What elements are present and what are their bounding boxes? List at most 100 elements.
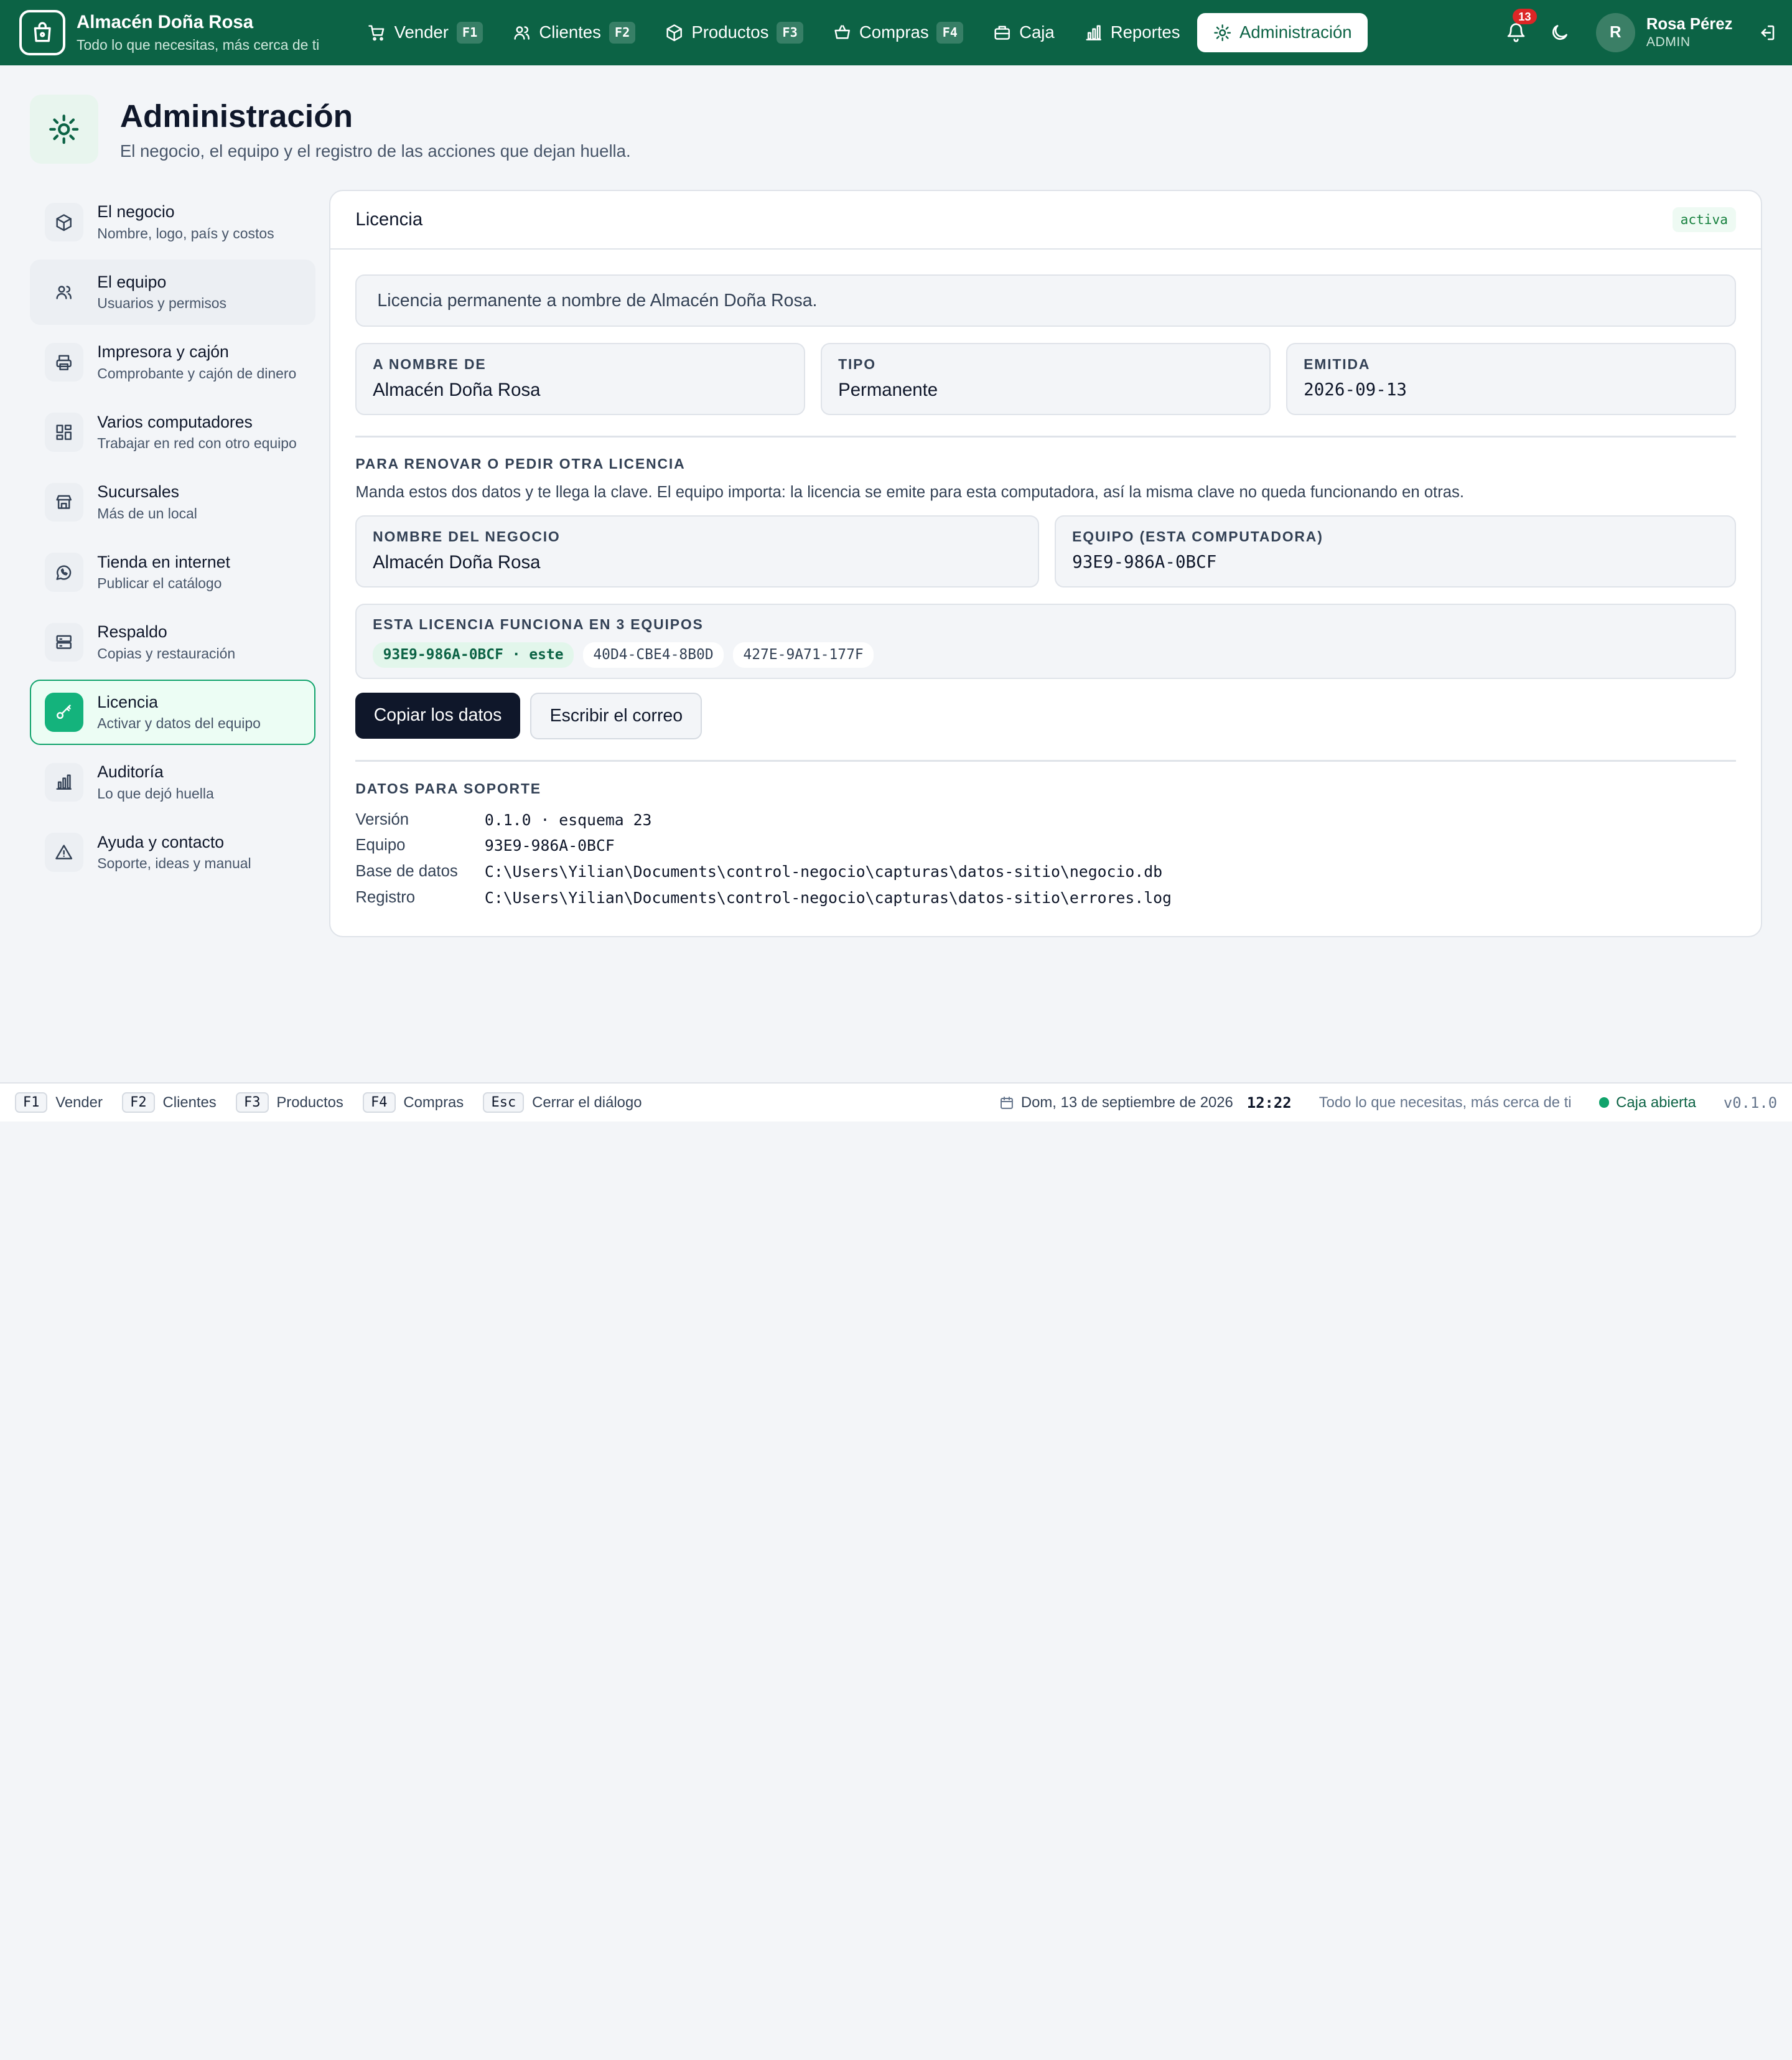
moon-icon bbox=[1552, 24, 1567, 40]
notifications-button[interactable]: 13 bbox=[1503, 8, 1537, 46]
field-business-name: NOMBRE DEL NEGOCIO Almacén Doña Rosa bbox=[355, 515, 1039, 588]
sidebar-item-tienda[interactable]: Tienda en internet Publicar el catálogo bbox=[30, 540, 315, 605]
field-label: EQUIPO (ESTA COMPUTADORA) bbox=[1072, 528, 1323, 545]
shortcut-escape[interactable]: Esc Cerrar el diálogo bbox=[483, 1092, 642, 1113]
shortcut-key: F4 bbox=[363, 1092, 396, 1113]
status-bar: F1 Vender F2 Clientes F3 Productos F4 Compra… bbox=[0, 1082, 1792, 1121]
field-value: Permanente bbox=[838, 379, 938, 400]
nav-compras-label: Compras bbox=[859, 22, 929, 42]
support-label: Equipo bbox=[355, 836, 406, 854]
nav-vender[interactable]: Vender F1 bbox=[355, 13, 495, 52]
brand: Almacén Doña Rosa Todo lo que necesitas,… bbox=[77, 12, 335, 54]
sidebar-item-equipo[interactable]: El equipo Usuarios y permisos bbox=[29, 260, 315, 325]
nav-reportes[interactable]: Reportes bbox=[1071, 13, 1192, 52]
sidebar-item-impresora[interactable]: Impresora y cajón Comprobante y cajón de … bbox=[30, 330, 315, 395]
nav-administracion-label: Administración bbox=[1239, 22, 1352, 42]
support-value: 93E9-986A-0BCF bbox=[484, 836, 615, 855]
nav-caja[interactable]: Caja bbox=[981, 13, 1067, 52]
license-fields: A NOMBRE DE Almacén Doña Rosa TIPO Perma… bbox=[355, 343, 1736, 415]
nav-reportes-label: Reportes bbox=[1110, 22, 1180, 42]
avatar[interactable]: R bbox=[1596, 13, 1635, 52]
key-icon bbox=[44, 693, 84, 732]
page-subtitle: El negocio, el equipo y el registro de l… bbox=[119, 141, 631, 161]
field-label: A NOMBRE DE bbox=[373, 355, 487, 372]
support-label: Base de datos bbox=[355, 863, 458, 881]
calendar-icon bbox=[1001, 1096, 1013, 1109]
sidebar-item-desc: Comprobante y cajón de dinero bbox=[97, 365, 297, 382]
nav-clientes[interactable]: Clientes F2 bbox=[500, 13, 648, 52]
shortcut-label: Vender bbox=[55, 1093, 103, 1111]
sidebar-item-label: Ayuda y contacto bbox=[97, 832, 225, 851]
logout-button[interactable] bbox=[1755, 21, 1778, 44]
nav-clientes-label: Clientes bbox=[539, 22, 601, 42]
shortcut-productos[interactable]: F3 Productos bbox=[235, 1092, 343, 1113]
divider bbox=[355, 760, 1736, 762]
user-info[interactable]: Rosa Pérez ADMIN bbox=[1646, 16, 1733, 50]
divider bbox=[355, 435, 1736, 438]
shortcut-vender[interactable]: F1 Vender bbox=[14, 1092, 103, 1113]
device-chip-current: 93E9-986A-0BCF · este bbox=[373, 642, 574, 668]
register-status: Caja abierta bbox=[1616, 1093, 1696, 1111]
nav-productos[interactable]: Productos F3 bbox=[653, 13, 816, 52]
shortcut-clientes[interactable]: F2 Clientes bbox=[122, 1092, 217, 1113]
bell-icon bbox=[1507, 23, 1525, 42]
action-buttons: Copiar los datos Escribir el correo bbox=[355, 693, 1735, 740]
sidebar-item-ayuda[interactable]: Ayuda y contacto Soporte, ideas y manual bbox=[30, 820, 315, 885]
grid-icon bbox=[44, 413, 84, 452]
sidebar-item-label: Varios computadores bbox=[97, 412, 253, 431]
licensed-devices: ESTA LICENCIA FUNCIONA EN 3 EQUIPOS 93E9… bbox=[355, 603, 1736, 680]
sidebar-item-label: Respaldo bbox=[97, 622, 167, 642]
sidebar-item-desc: Soporte, ideas y manual bbox=[97, 855, 251, 872]
sidebar-item-negocio[interactable]: El negocio Nombre, logo, país y costos bbox=[30, 190, 315, 255]
status-badge: activa bbox=[1672, 207, 1736, 232]
field-type: TIPO Permanente bbox=[821, 343, 1271, 415]
box-icon bbox=[666, 24, 683, 41]
copy-data-button[interactable]: Copiar los datos bbox=[355, 693, 520, 739]
nav-clientes-shortcut: F2 bbox=[609, 21, 636, 44]
shortcut-key: Esc bbox=[483, 1092, 525, 1113]
support-value: C:\Users\Yilian\Documents\control-negoci… bbox=[484, 889, 1172, 907]
field-label: TIPO bbox=[838, 355, 876, 372]
user-role: ADMIN bbox=[1646, 34, 1691, 49]
app-version: v0.1.0 bbox=[1723, 1093, 1778, 1112]
nav-compras[interactable]: Compras F4 bbox=[820, 13, 976, 52]
status-date: Dom, 13 de septiembre de 2026 bbox=[1020, 1093, 1233, 1111]
sidebar-item-sucursales[interactable]: Sucursales Más de un local bbox=[30, 470, 315, 535]
shortcut-compras[interactable]: F4 Compras bbox=[363, 1092, 464, 1113]
nav-administracion[interactable]: Administración bbox=[1197, 13, 1368, 52]
device-chip: 40D4-CBE4-8B0D bbox=[582, 642, 724, 668]
shortcut-label: Clientes bbox=[162, 1093, 217, 1111]
sidebar-item-respaldo[interactable]: Respaldo Copias y restauración bbox=[30, 610, 315, 675]
brand-tagline: Todo lo que necesitas, más cerca de ti bbox=[77, 36, 320, 53]
theme-toggle-button[interactable] bbox=[1546, 19, 1573, 46]
store-icon bbox=[44, 482, 84, 522]
sidebar-item-label: Impresora y cajón bbox=[97, 342, 229, 362]
sidebar-item-auditoria[interactable]: Auditoría Lo que dejó huella bbox=[30, 750, 315, 815]
panel-title: Licencia bbox=[355, 208, 423, 230]
support-section-title: DATOS PARA SOPORTE bbox=[355, 780, 541, 797]
sidebar-item-varios-computadores[interactable]: Varios computadores Trabajar en red con o… bbox=[30, 400, 315, 465]
top-bar: Almacén Doña Rosa Todo lo que necesitas,… bbox=[0, 0, 1792, 65]
sidebar-item-label: El negocio bbox=[97, 202, 175, 222]
sidebar-item-licencia[interactable]: Licencia Activar y datos del equipo bbox=[29, 680, 315, 745]
write-email-button[interactable]: Escribir el correo bbox=[530, 693, 702, 740]
field-value: Almacén Doña Rosa bbox=[373, 379, 541, 400]
field-owner: A NOMBRE DE Almacén Doña Rosa bbox=[355, 343, 805, 415]
field-device-id: EQUIPO (ESTA COMPUTADORA) 93E9-986A-0BCF bbox=[1055, 515, 1736, 588]
status-clock: 12:22 bbox=[1246, 1093, 1292, 1112]
field-label: ESTA LICENCIA FUNCIONA EN 3 EQUIPOS bbox=[373, 616, 704, 633]
sidebar-item-label: Sucursales bbox=[97, 482, 179, 502]
sidebar-item-label: Tienda en internet bbox=[97, 552, 230, 571]
device-chip: 427E-9A71-177F bbox=[732, 642, 874, 668]
whatsapp-icon bbox=[44, 553, 84, 592]
field-label: NOMBRE DEL NEGOCIO bbox=[373, 528, 561, 545]
sidebar-item-label: Licencia bbox=[97, 692, 158, 711]
nav-compras-shortcut: F4 bbox=[936, 21, 964, 44]
shortcut-label: Compras bbox=[403, 1093, 464, 1111]
field-issued: EMITIDA 2026-09-13 bbox=[1286, 343, 1736, 415]
sidebar-item-desc: Lo que dejó huella bbox=[97, 785, 214, 802]
sidebar-item-desc: Copias y restauración bbox=[97, 645, 236, 662]
admin-sidebar: El negocio Nombre, logo, país y costos El… bbox=[29, 190, 315, 890]
bar-chart-icon bbox=[44, 762, 84, 802]
app-window: Almacén Doña Rosa Todo lo que necesitas,… bbox=[0, 0, 1792, 1121]
